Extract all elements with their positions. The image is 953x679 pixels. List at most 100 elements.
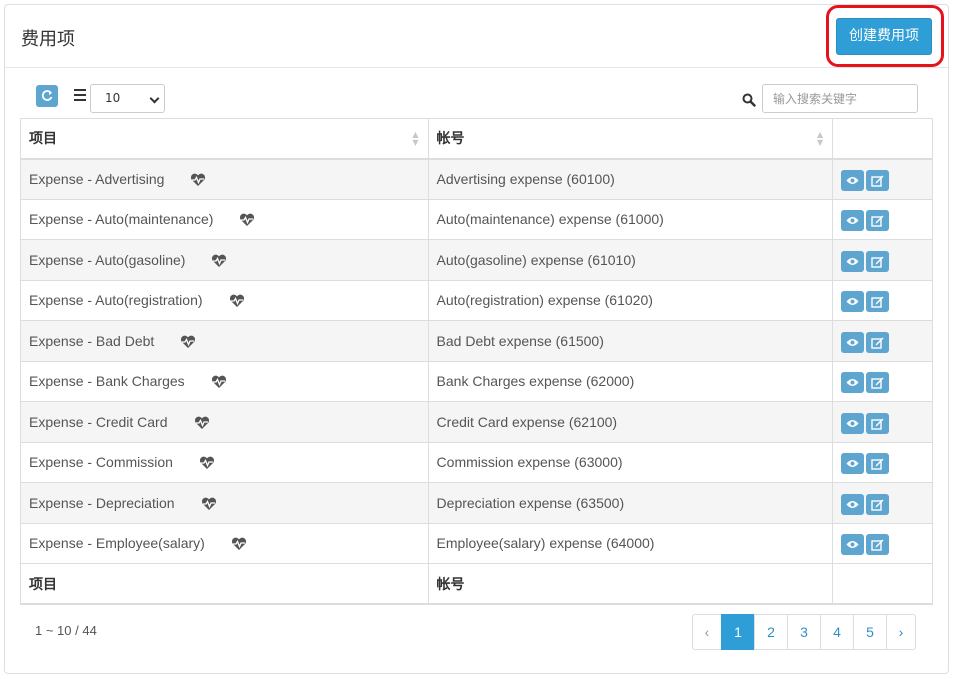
heartbeat-icon: [201, 497, 217, 511]
item-name: Expense - Commission: [29, 454, 173, 471]
page-size-select[interactable]: 10: [90, 84, 165, 113]
item-name: Expense - Employee(salary): [29, 535, 205, 552]
item-name: Expense - Advertising: [29, 170, 165, 187]
page-button[interactable]: 2: [754, 614, 788, 650]
account-cell: Bank Charges expense (62000): [427, 360, 834, 402]
table-row: Expense - Auto(gasoline) Auto(gasoline) e…: [20, 239, 933, 281]
account-cell: Employee(salary) expense (64000): [427, 522, 834, 564]
table-row: Expense - Credit Card Credit Card expense…: [20, 401, 933, 443]
edit-button[interactable]: [866, 170, 890, 191]
account-cell: Auto(registration) expense (61020): [427, 279, 834, 321]
view-button[interactable]: [841, 372, 865, 394]
account-cell: Bad Debt expense (61500): [427, 320, 834, 362]
page-button[interactable]: 1: [721, 614, 755, 650]
edit-button[interactable]: [866, 372, 890, 394]
heartbeat-icon: [190, 173, 206, 187]
edit-button[interactable]: [866, 412, 890, 434]
page-button[interactable]: 5: [853, 614, 887, 650]
item-cell: Expense - Bad Debt: [20, 320, 429, 362]
view-button[interactable]: [841, 453, 865, 475]
panel-header: 费用项 创建费用项: [5, 5, 948, 68]
view-button[interactable]: [841, 170, 865, 191]
page-button[interactable]: 4: [820, 614, 854, 650]
heartbeat-icon: [180, 335, 196, 349]
view-button[interactable]: [841, 493, 865, 515]
next-page-button[interactable]: ›: [886, 614, 916, 650]
account-cell: Depreciation expense (63500): [427, 482, 834, 524]
account-cell: Credit Card expense (62100): [427, 401, 834, 443]
item-cell: Expense - Advertising: [20, 158, 429, 200]
table-row: Expense - Bank Charges Bank Charges expen…: [20, 360, 933, 402]
actions-cell: [832, 158, 933, 200]
view-button[interactable]: [841, 210, 865, 232]
heartbeat-icon: [194, 416, 210, 430]
heartbeat-icon: [239, 213, 255, 227]
view-button[interactable]: [841, 291, 865, 313]
table-toolbar: 10: [5, 69, 948, 119]
column-header-label: 项目: [29, 131, 57, 148]
item-cell: Expense - Employee(salary): [20, 522, 429, 564]
actions-cell: [832, 279, 933, 321]
edit-button[interactable]: [866, 453, 890, 475]
item-name: Expense - Auto(maintenance): [29, 211, 214, 228]
edit-button[interactable]: [866, 250, 890, 272]
footer-account-label: 帐号: [427, 563, 834, 605]
page-size-value: 10: [105, 91, 121, 105]
search-icon: [742, 93, 756, 107]
view-button[interactable]: [841, 534, 865, 556]
page-button[interactable]: 3: [787, 614, 821, 650]
page-title: 费用项: [21, 29, 75, 50]
heartbeat-icon: [211, 375, 227, 389]
heartbeat-icon: [229, 294, 245, 308]
edit-button[interactable]: [866, 493, 890, 515]
table-header-row: 项目 ▲ ▼ 帐号 ▲ ▼: [20, 118, 933, 160]
expense-items-table: 项目 ▲ ▼ 帐号 ▲ ▼ Expense - Advertising Adverti…: [20, 118, 933, 605]
actions-cell: [832, 320, 933, 362]
refresh-button[interactable]: [36, 85, 58, 107]
pagination-summary: 1 ~ 10 / 44: [35, 623, 97, 638]
actions-cell: [832, 401, 933, 443]
create-expense-item-button[interactable]: 创建费用项: [836, 18, 932, 55]
refresh-icon: [41, 90, 53, 101]
footer-actions: [832, 563, 933, 605]
account-cell: Advertising expense (60100): [427, 158, 834, 200]
column-header-account[interactable]: 帐号 ▲ ▼: [427, 118, 834, 160]
item-cell: Expense - Commission: [20, 441, 429, 483]
heartbeat-icon: [199, 456, 215, 470]
table-footer-row: 项目 帐号: [20, 563, 933, 605]
column-header-item[interactable]: 项目 ▲ ▼: [20, 118, 429, 160]
item-cell: Expense - Credit Card: [20, 401, 429, 443]
item-name: Expense - Auto(registration): [29, 292, 203, 309]
account-cell: Auto(gasoline) expense (61010): [427, 239, 834, 281]
edit-button[interactable]: [866, 534, 890, 556]
edit-button[interactable]: [866, 210, 890, 232]
item-cell: Expense - Depreciation: [20, 482, 429, 524]
item-cell: Expense - Auto(gasoline): [20, 239, 429, 281]
heartbeat-icon: [211, 254, 227, 268]
item-name: Expense - Credit Card: [29, 413, 168, 430]
table-row: Expense - Bad Debt Bad Debt expense (6150…: [20, 320, 933, 362]
view-button[interactable]: [841, 250, 865, 272]
actions-cell: [832, 198, 933, 240]
item-name: Expense - Bad Debt: [29, 332, 155, 349]
actions-cell: [832, 522, 933, 564]
column-header-actions: [832, 118, 933, 160]
item-cell: Expense - Auto(registration): [20, 279, 429, 321]
account-cell: Commission expense (63000): [427, 441, 834, 483]
heartbeat-icon: [231, 537, 247, 551]
column-header-label: 帐号: [436, 131, 465, 148]
view-button[interactable]: [841, 331, 865, 353]
prev-page-button[interactable]: ‹: [692, 614, 722, 650]
account-cell: Auto(maintenance) expense (61000): [427, 198, 834, 240]
item-cell: Expense - Auto(maintenance): [20, 198, 429, 240]
table-row: Expense - Employee(salary) Employee(salar…: [20, 522, 933, 564]
search-input[interactable]: [762, 84, 918, 113]
footer-item-label: 项目: [20, 563, 429, 605]
view-button[interactable]: [841, 412, 865, 434]
item-cell: Expense - Bank Charges: [20, 360, 429, 402]
edit-button[interactable]: [866, 331, 890, 353]
list-icon: [74, 89, 86, 101]
table-row: Expense - Auto(registration) Auto(registr…: [20, 279, 933, 321]
edit-button[interactable]: [866, 291, 890, 313]
actions-cell: [832, 239, 933, 281]
